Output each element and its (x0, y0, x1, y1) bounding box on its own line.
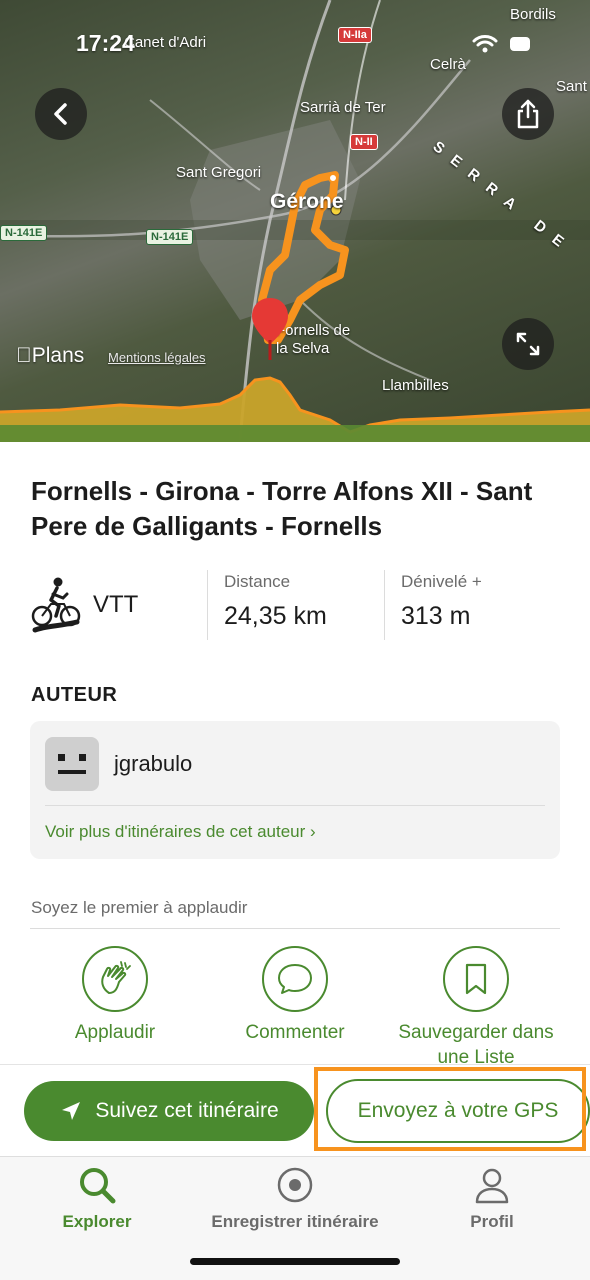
distance-label: Distance (224, 572, 291, 591)
share-button[interactable] (502, 88, 554, 140)
highlight-box (314, 1067, 586, 1151)
back-button[interactable] (35, 88, 87, 140)
more-routes-link[interactable]: Voir plus d'itinéraires de cet auteur › (45, 822, 316, 842)
share-icon (517, 99, 539, 129)
save-circle (443, 946, 509, 1012)
tab-label: Profil (470, 1212, 514, 1231)
route-map[interactable]: Bordils Canet d'Adri Celrà Sant Sarrià d… (0, 0, 590, 442)
applaud-button[interactable]: Applaudir (25, 946, 205, 1045)
place-label: Sarrià de Ter (300, 99, 386, 116)
clap-icon (101, 961, 131, 994)
place-label: Canet d'Adri (124, 34, 207, 51)
status-icons (472, 34, 532, 54)
road-badge: N-141E (0, 225, 48, 241)
status-time: 17:24 (76, 30, 135, 56)
tab-record[interactable]: Enregistrer itinéraire (195, 1163, 395, 1232)
applause-hint: Soyez le premier à applaudir (31, 898, 248, 917)
author-name[interactable]: jgrabulo (114, 751, 192, 777)
elevation-stat: Dénivelé + 313 m (384, 570, 561, 640)
comment-button[interactable]: Commenter (205, 946, 385, 1045)
follow-route-button[interactable]: Suivez cet itinéraire (24, 1081, 314, 1141)
follow-route-label: Suivez cet itinéraire (95, 1099, 279, 1122)
place-label: Bordils (510, 6, 556, 23)
city-label: Gérone (270, 190, 344, 213)
bookmark-icon (465, 963, 487, 995)
distance-value: 24,35 km (224, 602, 327, 630)
record-icon (277, 1167, 313, 1203)
tab-label: Explorer (62, 1212, 132, 1231)
legal-link[interactable]: Mentions légales (108, 350, 206, 365)
comment-label: Commenter (245, 1022, 345, 1043)
road-badge: N-141E (146, 229, 194, 245)
tab-explorer[interactable]: Explorer (0, 1163, 197, 1232)
place-label: Llambilles (382, 377, 449, 394)
road-badge: N-IIa (338, 27, 372, 43)
profile-icon (475, 1168, 509, 1204)
save-to-list-button[interactable]: Sauvegarder dans une Liste (386, 946, 566, 1070)
activity-stat: VTT (31, 570, 207, 640)
divider (45, 805, 545, 806)
route-stats: VTT Distance 24,35 km Dénivelé + 313 m (31, 570, 561, 640)
place-label: Celrà (430, 56, 466, 73)
elevation-value: 313 m (401, 602, 471, 630)
road-badge: N-II (350, 134, 378, 150)
elevation-label: Dénivelé + (401, 572, 482, 591)
distance-stat: Distance 24,35 km (207, 570, 384, 640)
search-icon (80, 1168, 116, 1204)
map-terrain (0, 0, 590, 442)
comment-icon (278, 964, 312, 994)
expand-icon (516, 332, 540, 356)
activity-label: VTT (93, 591, 139, 618)
home-indicator[interactable] (190, 1258, 400, 1265)
applaud-circle (82, 946, 148, 1012)
divider (30, 928, 560, 929)
apple-maps-brand: Plans (16, 344, 84, 367)
applaud-label: Applaudir (74, 1022, 156, 1043)
save-label: Sauvegarder dans une Liste (398, 1022, 554, 1068)
route-title: Fornells - Girona - Torre Alfons XII - S… (31, 476, 533, 541)
navigation-arrow-icon (62, 1102, 81, 1120)
start-pin-icon (252, 298, 288, 360)
wifi-icon (472, 35, 498, 53)
place-label: Sant (556, 78, 587, 95)
chevron-left-icon (54, 103, 67, 125)
default-avatar-icon (58, 754, 86, 774)
author-card: jgrabulo Voir plus d'itinéraires de cet … (30, 721, 560, 859)
expand-map-button[interactable] (502, 318, 554, 370)
avatar[interactable] (45, 737, 99, 791)
comment-circle (262, 946, 328, 1012)
battery-icon (510, 37, 530, 51)
tab-profile[interactable]: Profil (392, 1163, 590, 1232)
mountain-bike-icon (31, 577, 81, 633)
tab-label: Enregistrer itinéraire (211, 1212, 379, 1231)
author-section-title: AUTEUR (31, 684, 118, 706)
place-label: Sant Gregori (176, 164, 262, 181)
